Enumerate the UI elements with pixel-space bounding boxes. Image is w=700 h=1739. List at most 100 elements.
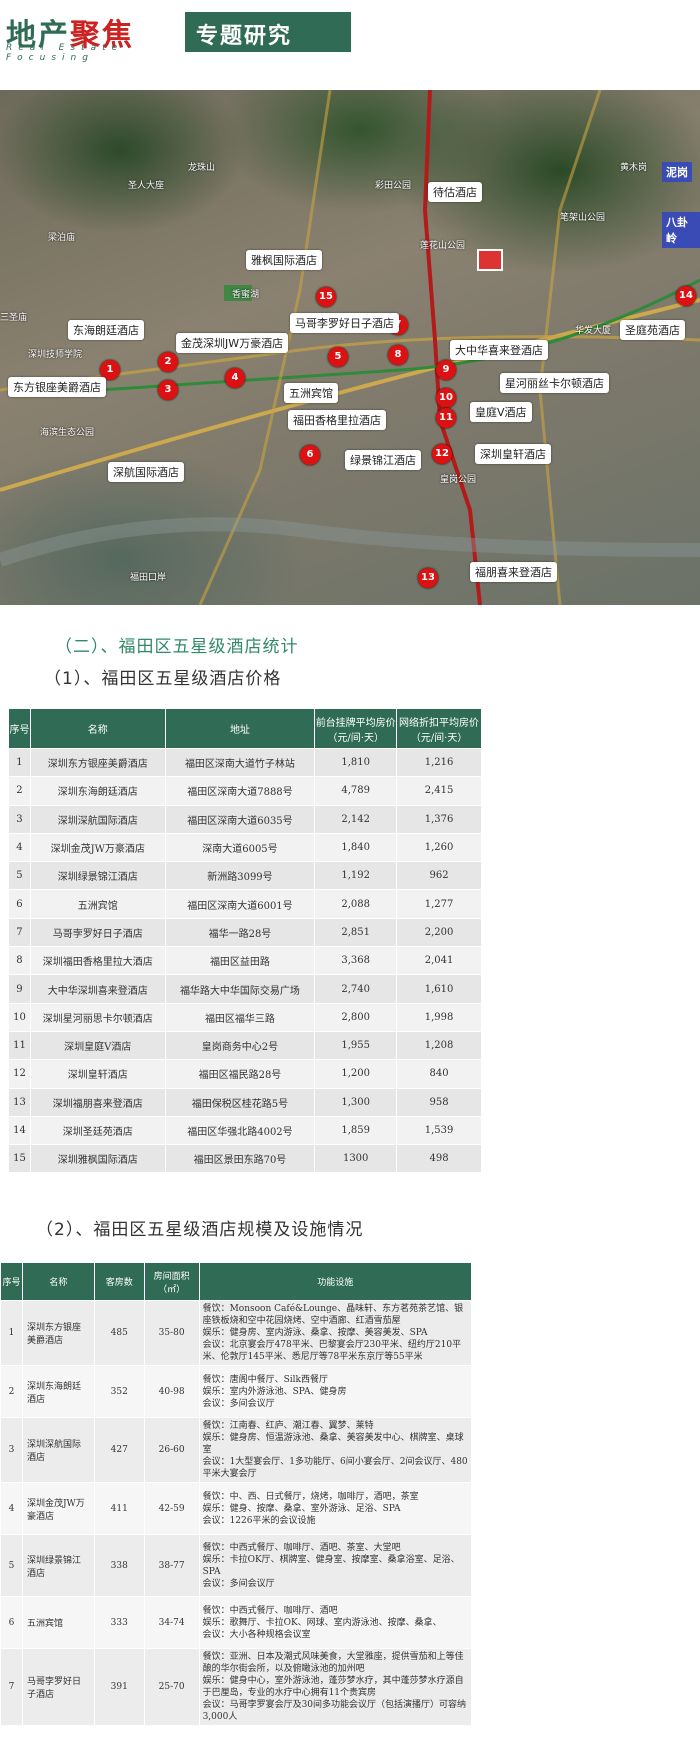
table-cell: 1300 xyxy=(314,1144,398,1174)
table-cell: 福田区华强北路4002号 xyxy=(164,1115,316,1146)
logo-subtitle: Real Estate Focusing xyxy=(6,43,124,63)
table-row: 9 大中华深圳喜来登酒店 福华路大中华国际交易广场 2,740 1,610 xyxy=(8,974,482,1004)
table-cell: 福华路大中华国际交易广场 xyxy=(164,974,316,1004)
price-table: 序号 名称 地址 前台挂牌平均房价（元/间·天） 网络折扣平均房价（元/间·天）… xyxy=(8,708,482,1174)
table-cell: 福田区益田路 xyxy=(164,946,316,976)
hotel-pin[interactable]: 11 xyxy=(436,408,456,428)
table-row: 5 深圳绿景锦江酒店 338 38-77 餐饮：中西式餐厅、咖啡厅、酒吧、茶室、大堂吧 … xyxy=(0,1534,473,1597)
hotel-pin[interactable]: 10 xyxy=(436,388,456,408)
table-cell: 2 xyxy=(0,1365,23,1418)
hotel-pin[interactable]: 9 xyxy=(436,360,456,380)
col-header: 网络折扣平均房价（元/间·天） xyxy=(396,708,482,749)
place-label: 华发大厦 xyxy=(575,326,612,336)
hotel-label: 大中华喜来登酒店 xyxy=(450,340,548,360)
table-cell: 餐饮：中、西、日式餐厅，烧烤，咖啡厅，酒吧，茶室 娱乐：健身、按摩、桑拿、室外游… xyxy=(198,1482,473,1535)
table-cell: 35-80 xyxy=(143,1300,200,1366)
table-cell: 深圳星河丽思卡尔顿酒店 xyxy=(29,1002,166,1032)
table-cell: 1,260 xyxy=(396,832,482,863)
hotel-label: 东方银座美爵酒店 xyxy=(8,377,106,397)
hotel-pin[interactable]: 4 xyxy=(225,368,245,388)
table-row: 1 深圳东方银座美爵酒店 485 35-80 餐饮：Monsoon Café&Loung… xyxy=(0,1300,473,1366)
table-cell: 1,208 xyxy=(396,1030,482,1061)
table-row: 3 深圳深航国际酒店 福田区深南大道6035号 2,142 1,376 xyxy=(8,804,482,834)
table-cell: 1,200 xyxy=(314,1059,398,1089)
hotel-label: 雅枫国际酒店 xyxy=(246,250,322,270)
table-row: 14 深圳圣廷苑酒店 福田区华强北路4002号 1,859 1,539 xyxy=(8,1115,482,1146)
hotel-label: 马哥李罗好日子酒店 xyxy=(290,313,399,333)
table-cell: 958 xyxy=(396,1087,482,1117)
col-header: 序号 xyxy=(8,708,31,749)
table-row: 6 五洲宾馆 福田区深南大道6001号 2,088 1,277 xyxy=(8,889,482,919)
hotel-pin[interactable]: 13 xyxy=(418,568,438,588)
hotel-pin[interactable]: 6 xyxy=(300,445,320,465)
table-row: 6 五洲宾馆 333 34-74 餐饮：中西式餐厅、咖啡厅、酒吧 娱乐：歌舞厅、卡拉OK… xyxy=(0,1596,473,1649)
table-cell: 962 xyxy=(396,861,482,891)
table-cell: 马哥孛罗好日子酒店 xyxy=(29,917,166,948)
table-cell: 4 xyxy=(8,832,31,863)
table-cell: 26-60 xyxy=(143,1417,200,1483)
logo: 地产聚焦 Real Estate Focusing xyxy=(0,12,185,63)
map-roads xyxy=(0,90,700,605)
table-cell: 1,539 xyxy=(396,1115,482,1146)
hotel-pin[interactable]: 12 xyxy=(432,444,452,464)
table-row: 10 深圳星河丽思卡尔顿酒店 福田区福华三路 2,800 1,998 xyxy=(8,1002,482,1032)
col-header: 客房数 xyxy=(93,1262,145,1301)
table-cell: 深圳东方银座美爵酒店 xyxy=(21,1300,95,1366)
col-header: 前台挂牌平均房价（元/间·天） xyxy=(314,708,398,749)
table-cell: 2,415 xyxy=(396,776,482,806)
hotel-pin[interactable]: 5 xyxy=(328,347,348,367)
hotel-pin[interactable]: 3 xyxy=(158,380,178,400)
hotel-label: 五洲宾馆 xyxy=(284,383,338,403)
table-cell: 14 xyxy=(8,1115,31,1146)
table-cell: 新洲路3099号 xyxy=(164,861,316,891)
table-cell: 五洲宾馆 xyxy=(29,889,166,919)
place-label: 皇岗公园 xyxy=(440,475,477,485)
table-cell: 4,789 xyxy=(314,776,398,806)
table-cell: 福田保税区桂花路5号 xyxy=(164,1087,316,1117)
hotel-location-map: 龙珠山 圣人大座 梁泊庙 香蜜湖 深圳技师学院 海滨生态公园 笔架山公园 莲花山… xyxy=(0,90,700,605)
hotel-label: 星河丽丝卡尔顿酒店 xyxy=(500,373,609,393)
col-header: 名称 xyxy=(21,1262,95,1301)
table-header-row: 序号 名称 客房数 房间面积（㎡） 功能设施 xyxy=(0,1262,473,1301)
table-cell: 42-59 xyxy=(143,1482,200,1535)
table-cell: 2,142 xyxy=(314,804,398,834)
table-cell: 福田区福民路28号 xyxy=(164,1059,316,1089)
table-cell: 餐饮：中西式餐厅、咖啡厅、酒吧、茶室、大堂吧 娱乐：卡拉OK厅、棋牌室、健身室、… xyxy=(198,1534,473,1597)
table-cell: 深圳福田香格里拉大酒店 xyxy=(29,946,166,976)
table-cell: 福华一路28号 xyxy=(164,917,316,948)
col-header: 房间面积（㎡） xyxy=(143,1262,200,1301)
table-cell: 深圳绿景锦江酒店 xyxy=(29,861,166,891)
table-cell: 深圳皇庭V酒店 xyxy=(29,1030,166,1061)
table-cell: 餐饮：中西式餐厅、咖啡厅、酒吧 娱乐：歌舞厅、卡拉OK、网球、室内游泳池、按摩、… xyxy=(198,1596,473,1649)
hotel-pin[interactable]: 8 xyxy=(388,345,408,365)
table-cell: 2,088 xyxy=(314,889,398,919)
table-cell: 7 xyxy=(0,1648,23,1726)
table-cell: 25-70 xyxy=(143,1648,200,1726)
hotel-pin[interactable]: 2 xyxy=(158,352,178,372)
table-cell: 福田区福华三路 xyxy=(164,1002,316,1032)
table-cell: 深圳东海朗廷酒店 xyxy=(29,776,166,806)
hotel-pin[interactable]: 15 xyxy=(316,287,336,307)
hotel-pin[interactable]: 14 xyxy=(676,286,696,306)
table-cell: 3 xyxy=(0,1417,23,1483)
table-cell: 34-74 xyxy=(143,1596,200,1649)
table-cell: 2,851 xyxy=(314,917,398,948)
table-row: 1 深圳东方银座美爵酒店 福田区深南大道竹子林站 1,810 1,216 xyxy=(8,747,482,778)
place-label: 圣人大座 xyxy=(128,181,165,191)
table-cell: 深圳东海朗廷酒店 xyxy=(21,1365,95,1418)
table-cell: 1,840 xyxy=(314,832,398,863)
table-cell: 1,859 xyxy=(314,1115,398,1146)
table-cell: 11 xyxy=(8,1030,31,1061)
table-cell: 1,998 xyxy=(396,1002,482,1032)
table-row: 4 深圳金茂JW万豪酒店 深南大道6005号 1,840 1,260 xyxy=(8,832,482,863)
table-cell: 深南大道6005号 xyxy=(164,832,316,863)
table-row: 8 深圳福田香格里拉大酒店 福田区益田路 3,368 2,041 xyxy=(8,946,482,976)
table-row: 4 深圳金茂JW万豪酒店 411 42-59 餐饮：中、西、日式餐厅，烧烤，咖啡厅，酒吧… xyxy=(0,1482,473,1535)
table-cell: 餐饮：江南春、红庐、潮江春、翼梦、莱特 娱乐：健身房、恒温游泳池、桑拿、美容美发… xyxy=(198,1417,473,1483)
place-label: 海滨生态公园 xyxy=(40,428,95,438)
place-label: 三圣庙 xyxy=(0,313,28,323)
table-cell: 深圳深航国际酒店 xyxy=(21,1417,95,1483)
area-badge: 泥岗 xyxy=(662,162,692,182)
table-cell: 6 xyxy=(8,889,31,919)
table-cell: 1,610 xyxy=(396,974,482,1004)
